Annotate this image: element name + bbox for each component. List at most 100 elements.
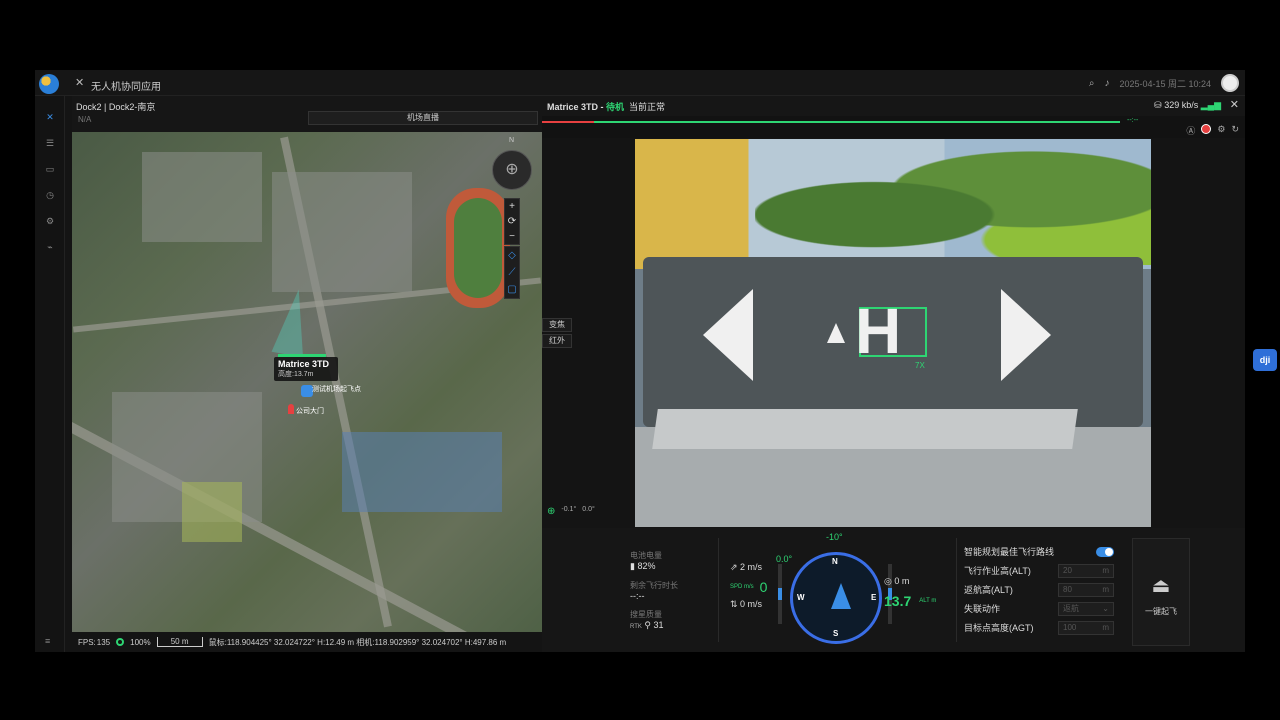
work-alt-row: 飞行作业高(ALT) 20 m (964, 561, 1114, 580)
lens-zoom-button[interactable]: 变焦 (542, 318, 572, 332)
gear-icon[interactable]: ⚙ (1217, 124, 1225, 137)
sat-count: 31 (653, 620, 664, 630)
bitrate-value: 329 kb/s (1164, 100, 1199, 110)
progress-line (542, 121, 1120, 123)
sat-value: RTK ⚲ 31 (630, 620, 664, 630)
drone-marker[interactable]: Matrice 3TD 高度:13.7m (274, 357, 338, 381)
rth-alt-row: 返航高(ALT) 80 m (964, 580, 1114, 599)
sports-field (446, 188, 510, 308)
satellite-map[interactable]: N ⊕ + ⟳ − ◇ ⟋ ▢ Matrice 3TD 高度:13.7m 测试机… (72, 132, 542, 632)
map-scale: 50 m (156, 637, 203, 647)
target-alt-field[interactable]: 100 m (1058, 620, 1114, 635)
line-tool-icon[interactable]: ⟋ (505, 264, 519, 281)
map-coordinates: 鼠标:118.904425° 32.024722° H:12.49 m 相机:1… (208, 637, 507, 647)
battery-group: 电池电量 ▮ 82% 剩余飞行时长 --:-- 搜星质量 RTK ⚲ 31 (630, 550, 678, 631)
map-north-label: N (509, 137, 515, 144)
record-icon[interactable] (1201, 124, 1212, 134)
drone-altitude: 高度:13.7m (278, 371, 314, 378)
close-icon[interactable]: ✕ (1230, 98, 1239, 111)
app-logo[interactable] (39, 74, 59, 94)
camera-icon[interactable]: ▭ (43, 162, 57, 176)
battery-value: ▮ 82% (630, 561, 656, 571)
target-alt-unit: m (1102, 623, 1109, 632)
gate-point-label: 公司大门 (296, 408, 324, 415)
rtk-label: RTK (630, 624, 642, 630)
lens-ir-button[interactable]: 红外 (542, 334, 572, 348)
attitude-compass: N E S W (790, 552, 882, 644)
work-alt-field[interactable]: 20 m (1058, 563, 1114, 578)
dock-point-label: 测试机场起飞点 (312, 386, 361, 393)
compass-n: N (832, 557, 838, 566)
dji-side-tab[interactable]: dji (1253, 349, 1277, 371)
spd-row: SPD m/s 0 (730, 579, 767, 595)
map-zoom-controls: + ⟳ − (504, 198, 520, 245)
target-alt-label: 目标点高度(AGT) (964, 623, 1034, 633)
search-icon[interactable]: ⌕ (1089, 78, 1095, 89)
altitude-group: ◎ 0 m 13.7 ALT m (884, 576, 936, 609)
gate-pin-icon[interactable] (288, 404, 294, 414)
map-block (142, 152, 262, 242)
reset-view-button[interactable]: ⟳ (505, 214, 519, 229)
speed-group: ⇗ 2 m/s SPD m/s 0 ⇅ 0 m/s (730, 562, 767, 610)
spd-value: 0 (759, 579, 768, 595)
progress-red-segment (542, 121, 594, 123)
area-tool-icon[interactable]: ▢ (505, 281, 519, 298)
ai-icon[interactable]: Ⓐ (1186, 124, 1195, 137)
work-alt-unit: m (1102, 566, 1109, 575)
helipad-h: H (855, 295, 902, 367)
rth-alt-field[interactable]: 80 m (1058, 582, 1114, 597)
app-window: ✕ 无人机协同应用 ⌕ ♪ 2025-04-15 周二 10:24 ✕ ☰ ▭ … (35, 70, 1245, 652)
top-bar: ✕ 无人机协同应用 ⌕ ♪ 2025-04-15 周二 10:24 (35, 70, 1245, 96)
lost-action-row: 失联动作 返航 ⌄ (964, 599, 1114, 618)
camera-feed[interactable]: H 7X (635, 139, 1151, 527)
divider (718, 538, 719, 642)
gimbal-icon[interactable]: ⊕ (547, 506, 555, 517)
point-tool-icon[interactable]: ◇ (505, 247, 519, 264)
video-tools: Ⓐ ⚙ ↻ (1186, 124, 1239, 137)
flight-icon[interactable]: ✕ (43, 110, 57, 124)
map-draw-tools: ◇ ⟋ ▢ (504, 246, 520, 299)
work-alt-value: 20 (1063, 566, 1072, 575)
compass-e: E (871, 593, 877, 602)
target-alt-value: 100 (1063, 623, 1077, 632)
speed-scale (778, 564, 782, 624)
compass-w: W (797, 593, 805, 602)
history-icon[interactable]: ◷ (43, 188, 57, 202)
map-header: Dock2 | Dock2-南京 N/A 机场直播 (72, 96, 542, 132)
dock-title: Dock2 | Dock2-南京 (76, 102, 156, 112)
lost-action-select[interactable]: 返航 ⌄ (1058, 601, 1114, 616)
rth-alt-value: 80 (1063, 585, 1072, 594)
zoom-level: 7X (915, 361, 925, 370)
takeoff-label: 一键起飞 (1145, 607, 1177, 616)
drone-status-detail: 当前正常 (629, 102, 666, 112)
map-status-bar: FPS: 135 100% 50 m 鼠标:118.904425° 32.024… (72, 632, 542, 652)
settings-icon[interactable]: ⚙ (43, 214, 57, 228)
lens-switch: 变焦 红外 (542, 318, 572, 350)
takeoff-button[interactable]: ⏏ 一键起飞 (1132, 538, 1190, 646)
list-icon[interactable]: ☰ (43, 136, 57, 150)
heading-offset: -10° (826, 532, 843, 542)
bell-icon[interactable]: ♪ (1104, 78, 1109, 89)
zoom-in-button[interactable]: + (505, 199, 519, 214)
menu-icon[interactable]: ≡ (45, 636, 50, 646)
smart-route-label: 智能规划最佳飞行路线 (964, 547, 1055, 557)
signal-value: 100% (130, 637, 151, 647)
v-speed: ⇅ 0 m/s (730, 599, 763, 609)
refresh-icon[interactable]: ↻ (1231, 124, 1239, 137)
flight-progress: --:-- Ⓐ ⚙ ↻ (542, 116, 1245, 138)
map-compass-button[interactable]: ⊕ (492, 150, 532, 190)
bitrate: ⛁ 329 kb/s ▂▄▆ (1154, 100, 1221, 110)
smart-route-toggle[interactable] (1096, 546, 1114, 557)
map-field (182, 482, 242, 542)
zoom-out-button[interactable]: − (505, 229, 519, 244)
compass-s: S (833, 629, 839, 638)
avatar[interactable] (1221, 74, 1239, 92)
smart-route-row: 智能规划最佳飞行路线 (964, 542, 1114, 561)
dock-live-button[interactable]: 机场直播 (308, 111, 538, 125)
sat-label: 搜星质量 (630, 610, 662, 619)
signal-icon (116, 638, 125, 646)
height-zero: ◎ 0 m (884, 576, 910, 586)
route-settings: 智能规划最佳飞行路线 飞行作业高(ALT) 20 m 返航高(ALT) 80 m 失… (964, 542, 1114, 637)
flight-hud: 电池电量 ▮ 82% 剩余飞行时长 --:-- 搜星质量 RTK ⚲ 31 ⇗ … (542, 528, 1245, 652)
share-icon[interactable]: ⌁ (43, 240, 57, 254)
